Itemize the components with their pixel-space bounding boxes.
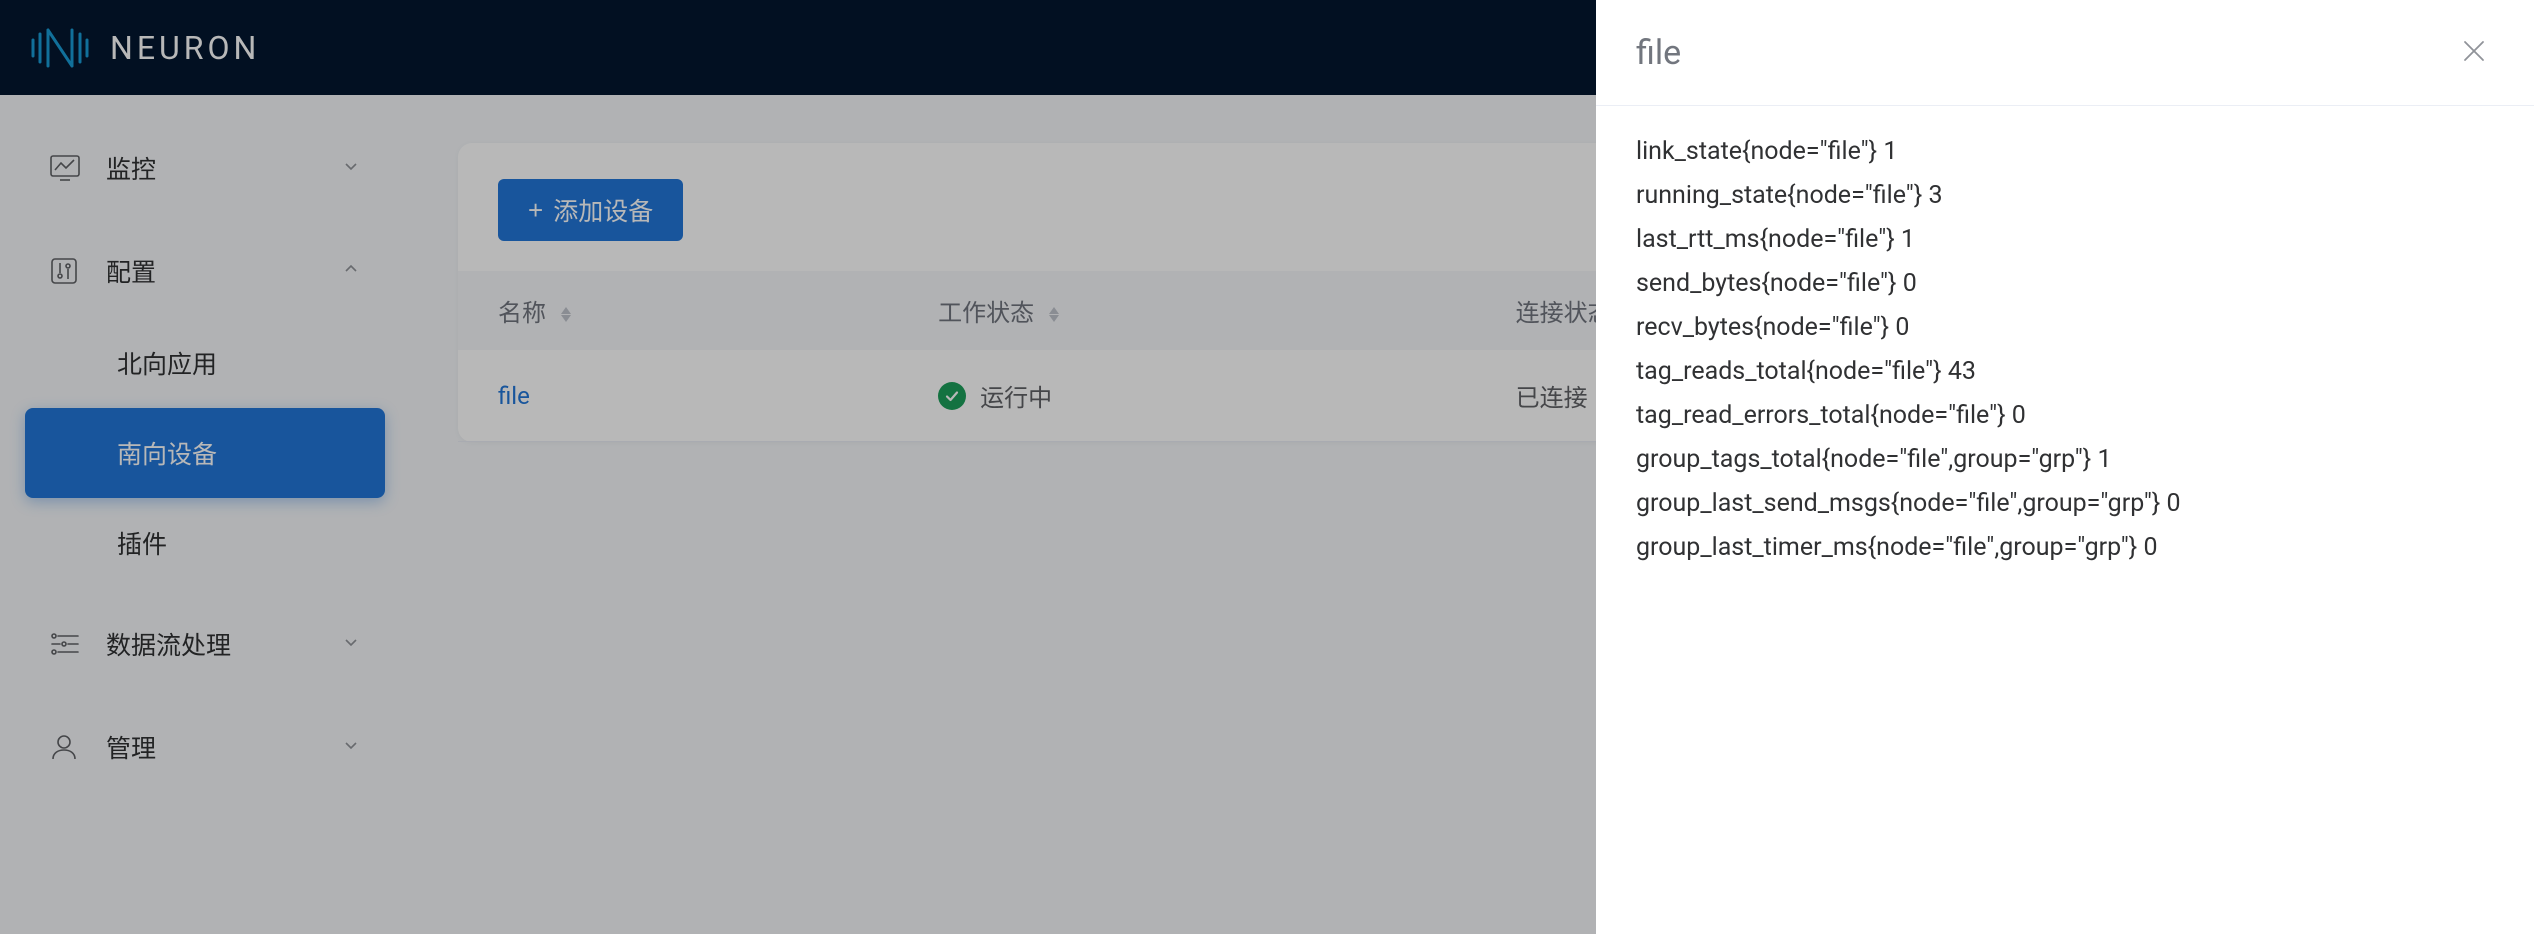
drawer-header: file	[1596, 0, 2534, 106]
close-icon	[2460, 53, 2488, 68]
metric-line: group_last_timer_ms{node="file",group="g…	[1636, 526, 2494, 570]
drawer-body: link_state{node="file"} 1 running_state{…	[1596, 106, 2534, 594]
metric-line: group_tags_total{node="file",group="grp"…	[1636, 438, 2494, 482]
metric-line: tag_read_errors_total{node="file"} 0	[1636, 394, 2494, 438]
metric-line: send_bytes{node="file"} 0	[1636, 262, 2494, 306]
metric-line: group_last_send_msgs{node="file",group="…	[1636, 482, 2494, 526]
drawer-close-button[interactable]	[2454, 31, 2494, 74]
metrics-drawer: file link_state{node="file"} 1 running_s…	[1596, 0, 2534, 934]
metric-line: running_state{node="file"} 3	[1636, 174, 2494, 218]
metric-line: link_state{node="file"} 1	[1636, 130, 2494, 174]
metric-line: tag_reads_total{node="file"} 43	[1636, 350, 2494, 394]
metric-line: last_rtt_ms{node="file"} 1	[1636, 218, 2494, 262]
drawer-title: file	[1636, 33, 1681, 73]
metric-line: recv_bytes{node="file"} 0	[1636, 306, 2494, 350]
